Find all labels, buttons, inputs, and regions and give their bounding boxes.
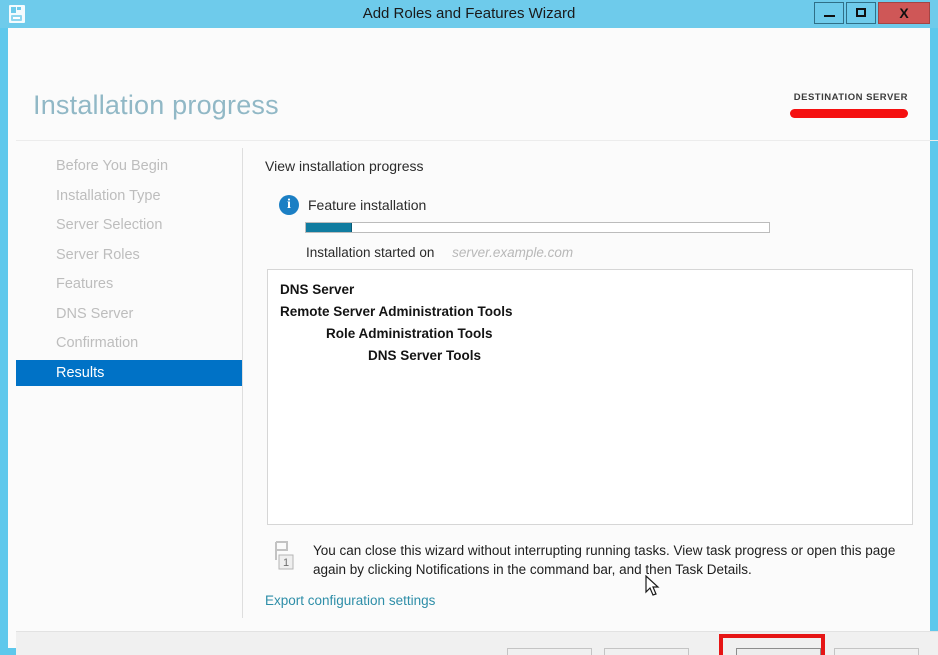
progress-bar-fill bbox=[306, 223, 353, 232]
page-title: Installation progress bbox=[33, 90, 279, 120]
minimize-button[interactable] bbox=[814, 2, 844, 24]
svg-text:1: 1 bbox=[283, 557, 289, 569]
maximize-icon bbox=[856, 8, 866, 17]
info-icon: i bbox=[279, 195, 299, 215]
destination-server-block: DESTINATION SERVER bbox=[790, 92, 908, 118]
previous-button[interactable]: < Previous bbox=[507, 648, 592, 655]
sidebar-item-server-roles[interactable]: Server Roles bbox=[16, 242, 242, 268]
list-item: DNS Server bbox=[280, 282, 355, 297]
sidebar-divider bbox=[242, 148, 243, 618]
close-window-button[interactable]: X bbox=[878, 2, 930, 24]
list-item: Role Administration Tools bbox=[326, 326, 493, 341]
sidebar-item-results[interactable]: Results bbox=[16, 359, 242, 386]
wizard-client-area: Installation progress DESTINATION SERVER… bbox=[8, 28, 938, 655]
close-button-annotation-highlight bbox=[719, 634, 825, 655]
notification-flag-icon: 1 bbox=[273, 540, 299, 574]
title-bar[interactable]: Add Roles and Features Wizard X bbox=[0, 0, 938, 28]
sidebar-item-features[interactable]: Features bbox=[16, 271, 242, 297]
sidebar-item-installation-type[interactable]: Installation Type bbox=[16, 183, 242, 209]
content-heading: View installation progress bbox=[265, 158, 424, 174]
sidebar-item-dns-server[interactable]: DNS Server bbox=[16, 301, 242, 327]
installed-features-list-body: DNS Server Remote Server Administration T… bbox=[268, 270, 912, 367]
installed-features-list[interactable]: DNS Server Remote Server Administration T… bbox=[267, 269, 913, 525]
destination-server-label: DESTINATION SERVER bbox=[793, 92, 908, 103]
installation-progress-bar bbox=[305, 222, 770, 233]
next-button[interactable]: Next > bbox=[604, 648, 689, 655]
sidebar-item-server-selection[interactable]: Server Selection bbox=[16, 212, 242, 238]
destination-server-redaction-bar bbox=[790, 109, 908, 118]
wizard-steps-sidebar: Before You Begin Installation Type Server … bbox=[16, 141, 242, 631]
installation-started-row: Installation started on server.example.c… bbox=[306, 245, 573, 260]
sidebar-item-confirmation[interactable]: Confirmation bbox=[16, 330, 242, 356]
window-title: Add Roles and Features Wizard bbox=[362, 5, 576, 22]
minimize-icon bbox=[823, 15, 835, 17]
cancel-button[interactable]: Cancel bbox=[834, 648, 919, 655]
list-item: DNS Server Tools bbox=[368, 348, 482, 363]
sidebar-item-before-you-begin[interactable]: Before You Begin bbox=[16, 153, 242, 179]
installation-started-server: server.example.com bbox=[452, 245, 574, 260]
list-item: Remote Server Administration Tools bbox=[280, 304, 513, 319]
wizard-note-text: You can close this wizard without interr… bbox=[313, 543, 896, 577]
maximize-button[interactable] bbox=[846, 2, 876, 24]
feature-installation-label: Feature installation bbox=[308, 197, 427, 213]
installation-started-prefix: Installation started on bbox=[306, 245, 435, 260]
wizard-window: Add Roles and Features Wizard X Installa… bbox=[0, 0, 938, 655]
export-configuration-settings-link[interactable]: Export configuration settings bbox=[265, 593, 435, 608]
mouse-arrow-cursor bbox=[645, 574, 661, 599]
